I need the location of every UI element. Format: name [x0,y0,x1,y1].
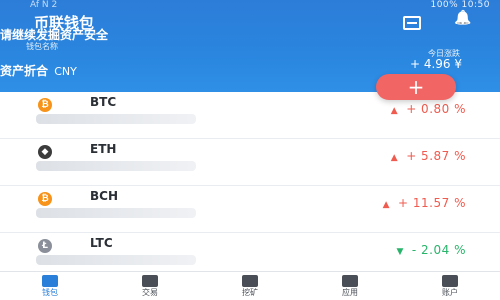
today-change-value: + 4.96 ¥ [409,57,462,71]
status-bar: Af N 2 100% 10:50 [0,0,500,10]
up-arrow-icon: ▲ [382,200,391,210]
down-arrow-icon: ▼ [396,247,404,257]
coin-symbol: ETH [90,142,117,156]
coin-list: ₿ BTC ▲ + 0.80 % ◆ ETH ▲ + 5.87 % ₿ BCH ▲ +… [0,92,500,280]
coin-symbol: LTC [90,236,113,250]
bch-icon: ₿ [38,192,52,206]
add-asset-button[interactable]: + [376,74,456,100]
btc-icon: ₿ [38,98,52,112]
tab-label: 应用 [342,288,358,297]
mining-icon [242,275,258,287]
bell-icon[interactable] [454,12,474,30]
coin-symbol: BCH [90,189,118,203]
tab-wallet[interactable]: 钱包 [0,272,100,300]
exchange-icon [142,275,158,287]
tab-account[interactable]: 账户 [400,272,500,300]
top-icons [375,12,474,34]
coin-change-value: + 5.87 % [406,149,466,163]
coin-change: ▲ + 0.80 % [391,102,466,116]
bottom-tab-bar: 钱包 交易 挖矿 应用 账户 [0,271,500,300]
tab-mining[interactable]: 挖矿 [200,272,300,300]
coin-change: ▼ - 2.04 % [396,243,466,257]
ltc-icon: Ł [38,239,52,253]
eth-icon: ◆ [38,145,52,159]
account-icon [442,275,458,287]
tab-label: 账户 [442,288,458,297]
coin-change-value: - 2.04 % [411,243,466,257]
tab-label: 交易 [142,288,158,297]
apps-icon [342,275,358,287]
coin-change: ▲ + 5.87 % [391,149,466,163]
tab-label: 挖矿 [242,288,258,297]
total-balance: 资产折合 CNY [0,62,77,79]
scan-icon[interactable] [402,16,421,30]
status-right: 100% 10:50 [430,0,490,10]
coin-row-bch[interactable]: ₿ BCH ▲ + 11.57 % [0,186,500,233]
balance-unit: CNY [54,65,77,78]
coin-change: ▲ + 11.57 % [383,196,466,210]
up-arrow-icon: ▲ [390,153,399,163]
coin-price-placeholder [36,208,196,218]
tab-label: 钱包 [42,288,58,297]
wallet-name: 钱包名称 [26,42,58,51]
status-left: Af N 2 [30,0,58,10]
balance-prefix: 资产折合 [0,64,49,78]
wallet-icon [42,275,58,287]
coin-change-value: + 11.57 % [398,196,466,210]
coin-symbol: BTC [90,95,117,109]
coin-row-eth[interactable]: ◆ ETH ▲ + 5.87 % [0,139,500,186]
tab-exchange[interactable]: 交易 [100,272,200,300]
coin-price-placeholder [36,161,196,171]
up-arrow-icon: ▲ [390,106,399,116]
coin-price-placeholder [36,255,196,265]
coin-price-placeholder [36,114,196,124]
coin-change-value: + 0.80 % [406,102,466,116]
tab-apps[interactable]: 应用 [300,272,400,300]
